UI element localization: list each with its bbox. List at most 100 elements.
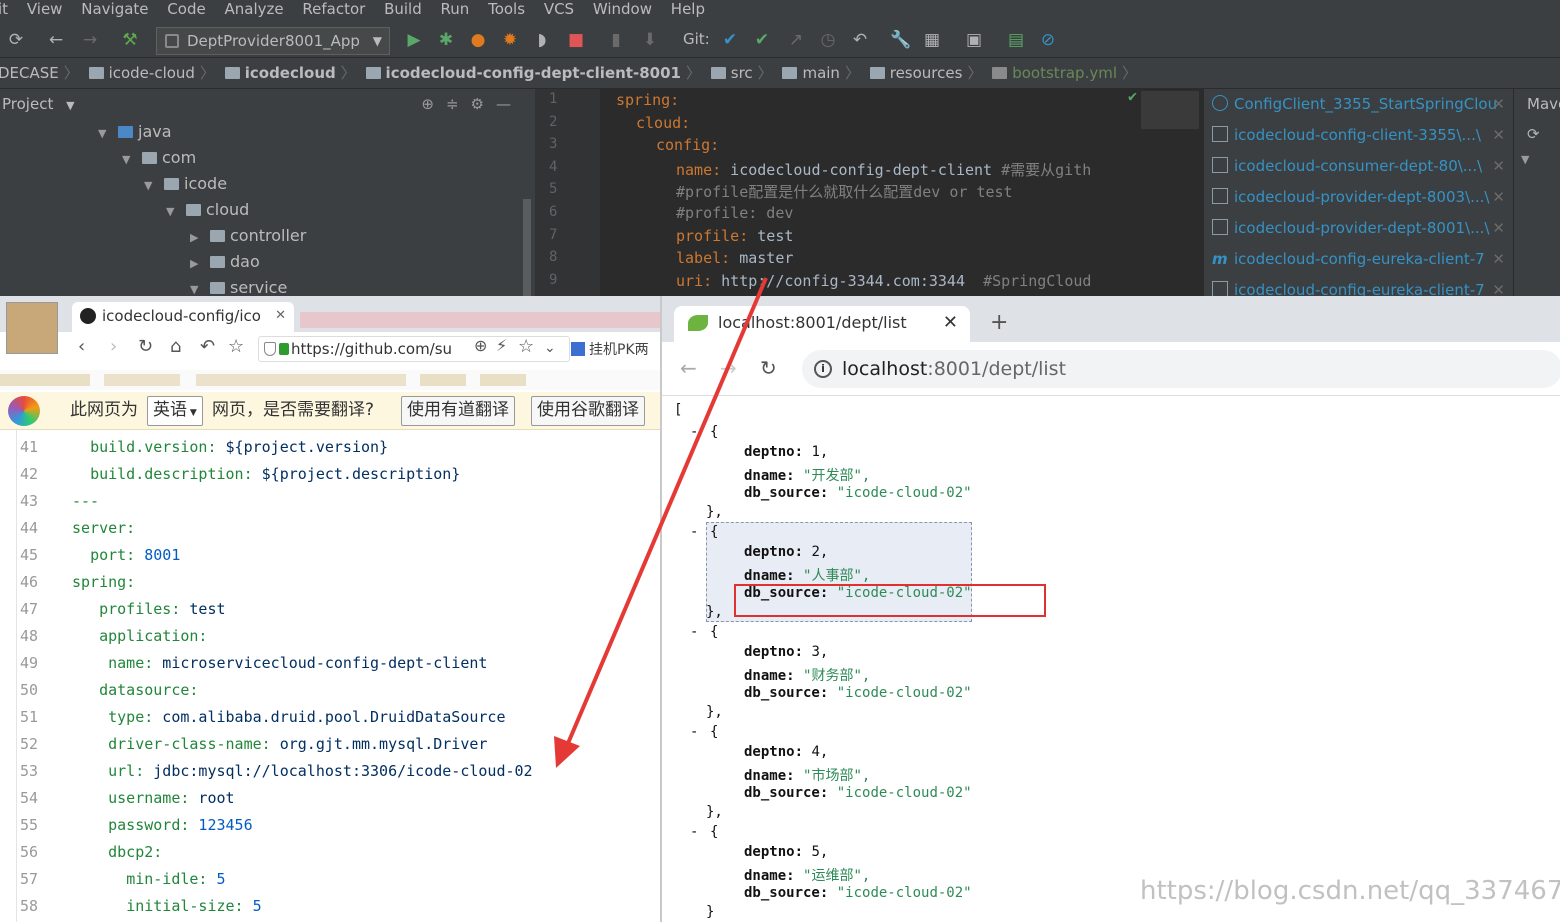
project-panel-title[interactable]: Project	[2, 95, 53, 113]
breadcrumb-item[interactable]: DECASE	[0, 59, 59, 88]
expand-arrow-icon[interactable]: ▼	[144, 173, 158, 199]
menu-item-run[interactable]: Run	[441, 0, 470, 18]
browser-tab[interactable]: localhost:8001/dept/list ✕	[674, 306, 970, 342]
line-number[interactable]: 58	[20, 897, 72, 915]
breadcrumb-item[interactable]: src	[731, 59, 753, 88]
monitor-icon[interactable]: ▤	[1006, 30, 1026, 50]
tree-node[interactable]: ▼ java	[0, 119, 520, 145]
collapse-toggle[interactable]: -	[690, 724, 698, 740]
close-icon[interactable]: ✕	[1492, 182, 1505, 213]
run-with-icon[interactable]: ◗	[532, 30, 552, 50]
attach-icon[interactable]: ▮	[606, 30, 626, 50]
line-number[interactable]: 49	[20, 654, 72, 672]
line-number[interactable]: 43	[20, 492, 72, 510]
collapse-toggle[interactable]: -	[690, 824, 698, 840]
line-number[interactable]: 53	[20, 762, 72, 780]
gear-icon[interactable]: ⚙	[471, 95, 496, 113]
line-number[interactable]: 55	[20, 816, 72, 834]
git-commit-icon[interactable]: ✔	[752, 30, 772, 50]
tree-node[interactable]: ▶ dao	[0, 249, 520, 275]
expand-arrow-icon[interactable]: ▼	[98, 121, 112, 147]
line-number[interactable]: 51	[20, 708, 72, 726]
close-icon[interactable]: ✕	[1492, 89, 1505, 120]
menu-item-view[interactable]: View	[27, 0, 63, 18]
forward-icon[interactable]: ›	[110, 336, 117, 357]
line-number[interactable]: 52	[20, 735, 72, 753]
line-number[interactable]: 54	[20, 789, 72, 807]
locate-icon[interactable]: ⊕	[421, 95, 446, 113]
git-update-icon[interactable]: ✔	[720, 30, 740, 50]
star-icon[interactable]: ☆	[228, 336, 244, 357]
bookmark-item[interactable]: 挂机PK两	[571, 339, 649, 359]
settings-wrench-icon[interactable]: 🔧	[890, 30, 911, 50]
menu-item-help[interactable]: Help	[671, 0, 705, 18]
project-scrollbar[interactable]	[523, 199, 531, 299]
menu-item-window[interactable]: Window	[593, 0, 652, 18]
forward-icon[interactable]: →	[80, 30, 100, 50]
line-number[interactable]: 47	[20, 600, 72, 618]
power-save-icon[interactable]: ⊘	[1038, 30, 1058, 50]
open-file-item[interactable]: icodecloud-config-client-3355\...\ ✕	[1204, 120, 1513, 151]
chevron-down-icon[interactable]: ⌄	[544, 340, 556, 356]
reload-icon[interactable]: ↻	[760, 356, 777, 380]
language-select[interactable]: 英语 ▼	[147, 396, 203, 426]
breadcrumb-item[interactable]: icode-cloud	[109, 59, 195, 88]
open-file-item[interactable]: icodecloud-provider-dept-8003\...\ ✕	[1204, 182, 1513, 213]
close-icon[interactable]: ✕	[1492, 120, 1505, 151]
open-file-item[interactable]: icodecloud-consumer-dept-80\...\ ✕	[1204, 151, 1513, 182]
collapse-toggle[interactable]: -	[690, 624, 698, 640]
menu-item-analyze[interactable]: Analyze	[224, 0, 283, 18]
undo-icon[interactable]: ↶	[200, 336, 215, 357]
line-number[interactable]: 56	[20, 843, 72, 861]
line-number[interactable]: 48	[20, 627, 72, 645]
tree-node[interactable]: ▶ controller	[0, 223, 520, 249]
back-icon[interactable]: ←	[680, 356, 697, 380]
bookmark-star-icon[interactable]: ☆	[518, 336, 534, 357]
collapse-arrow-icon[interactable]: ▶	[190, 225, 204, 251]
github-tab[interactable]: icodecloud-config/ico ✕	[72, 302, 294, 332]
expand-arrow-icon[interactable]: ▼	[166, 199, 180, 225]
breadcrumb-item[interactable]: icodecloud	[245, 59, 336, 88]
sdk-icon[interactable]: ▣	[964, 30, 984, 50]
tree-node[interactable]: ▼ icode	[0, 171, 520, 197]
menu-item-navigate[interactable]: Navigate	[81, 0, 148, 18]
expand-arrow-icon[interactable]: ▼	[122, 147, 136, 173]
close-icon[interactable]: ✕	[1492, 151, 1505, 182]
git-rollback-icon[interactable]: ↶	[850, 30, 870, 50]
code-editor[interactable]: 1 spring: 2 cloud: 3 config: 4 name: icodecloud…	[535, 87, 1203, 300]
expand-arrow-icon[interactable]: ▼	[1521, 153, 1560, 166]
open-file-item[interactable]: ConfigClient_3355_StartSpringClou ✕	[1204, 89, 1513, 120]
line-number[interactable]: 50	[20, 681, 72, 699]
back-icon[interactable]: ‹	[78, 336, 85, 357]
collapse-toggle[interactable]: -	[690, 524, 698, 540]
menu-item-vcs[interactable]: VCS	[544, 0, 574, 18]
run-icon[interactable]: ▶	[404, 30, 424, 50]
minimize-icon[interactable]: —	[496, 95, 523, 113]
breadcrumb-item-current[interactable]: bootstrap.yml	[1012, 59, 1117, 88]
editor-minimap[interactable]	[1141, 91, 1199, 129]
chevron-down-icon[interactable]: ▼	[66, 99, 74, 112]
breadcrumb-item[interactable]: resources	[890, 59, 963, 88]
google-translate-button[interactable]: 使用谷歌翻译	[531, 396, 645, 426]
git-history-icon[interactable]: ◷	[818, 30, 838, 50]
avatar[interactable]	[6, 302, 58, 354]
close-icon[interactable]: ✕	[943, 306, 958, 340]
open-file-item[interactable]: m icodecloud-config-eureka-client-7 ✕	[1204, 244, 1513, 275]
collapse-arrow-icon[interactable]: ▶	[190, 251, 204, 277]
menu-item-refactor[interactable]: Refactor	[302, 0, 365, 18]
address-bar[interactable]: i localhost:8001/dept/list	[802, 350, 1560, 388]
line-number[interactable]: 42	[20, 465, 72, 483]
breadcrumb-item[interactable]: main	[802, 59, 839, 88]
debug-icon[interactable]: ✱	[436, 30, 456, 50]
coverage-icon[interactable]: ●	[468, 30, 488, 50]
project-structure-icon[interactable]: ▦	[922, 30, 942, 50]
tree-node[interactable]: ▼ cloud	[0, 197, 520, 223]
close-icon[interactable]: ✕	[1492, 213, 1505, 244]
line-number[interactable]: 57	[20, 870, 72, 888]
reload-icon[interactable]: ↻	[138, 336, 153, 357]
menu-item[interactable]: it	[0, 0, 8, 18]
breadcrumb-item[interactable]: icodecloud-config-dept-client-8001	[386, 59, 681, 88]
new-tab-button[interactable]: +	[990, 310, 1008, 335]
maven-panel-title[interactable]: Mave	[1527, 95, 1560, 113]
line-number[interactable]: 41	[20, 438, 72, 456]
